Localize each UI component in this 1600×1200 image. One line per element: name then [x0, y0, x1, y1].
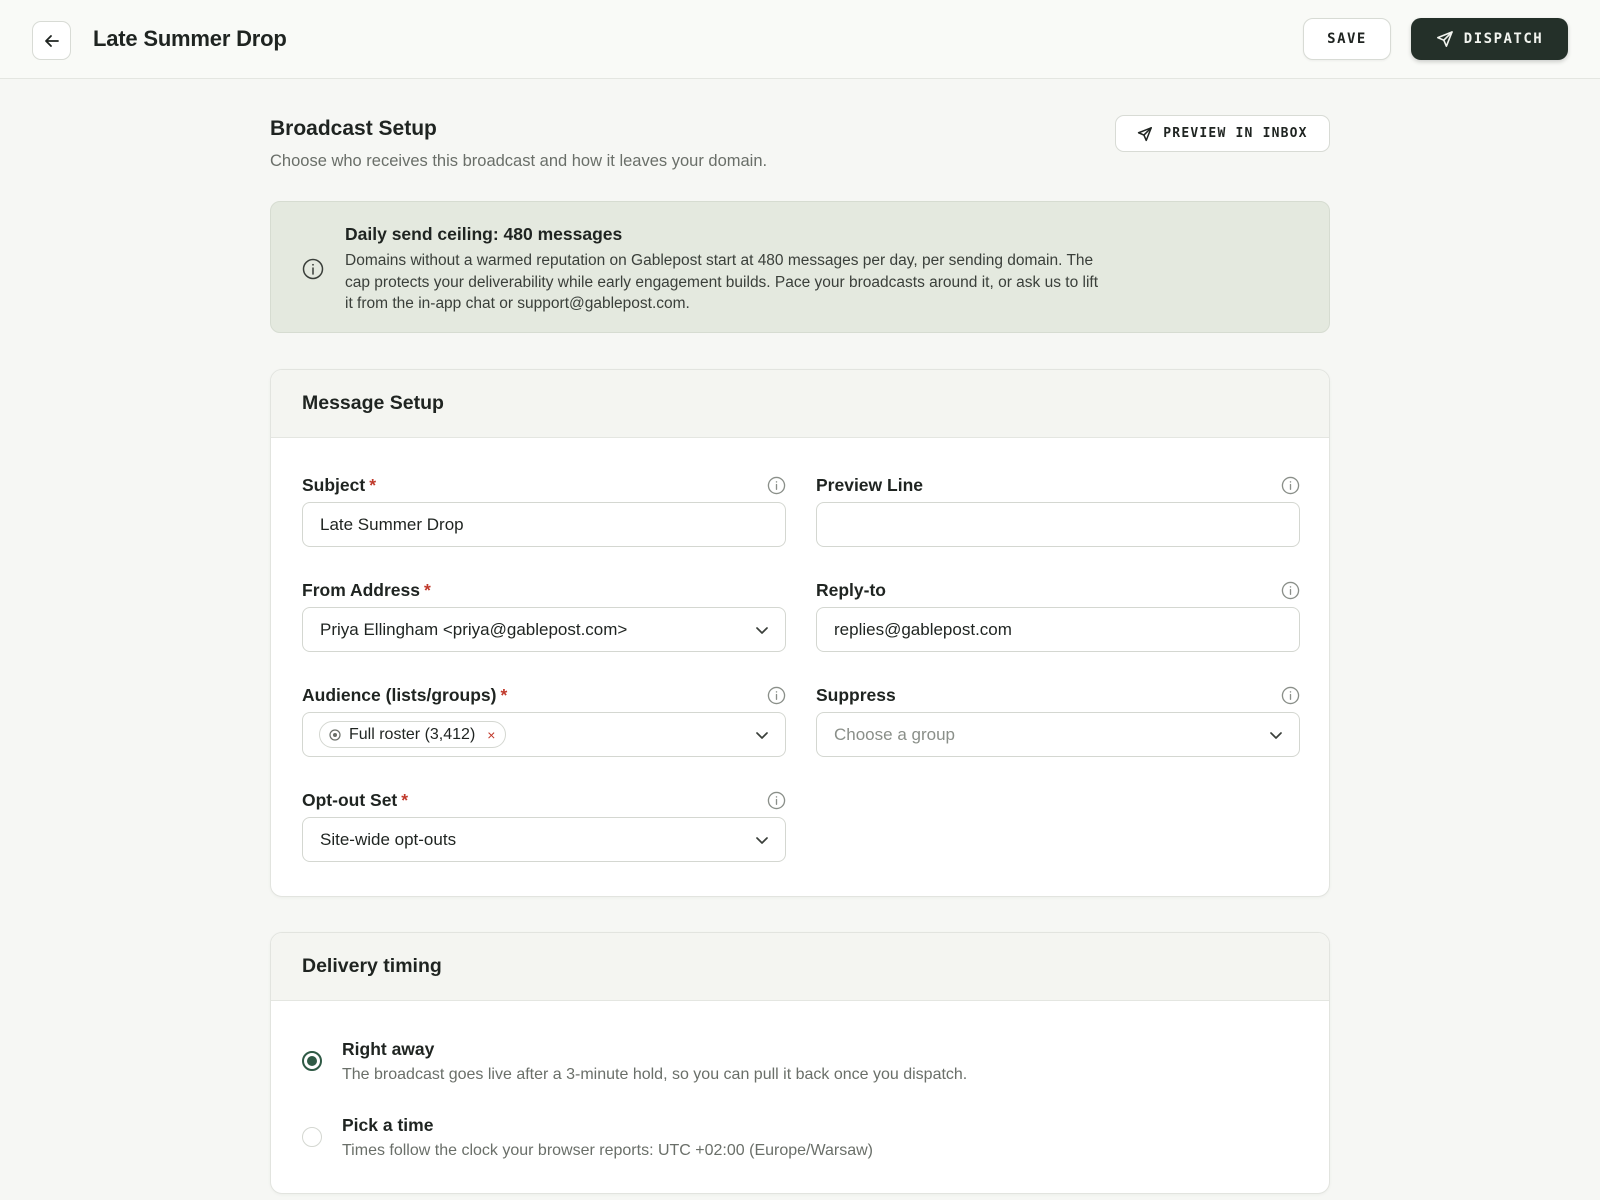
page-title: Late Summer Drop [93, 26, 287, 51]
preview-line-label: Preview Line [816, 475, 923, 495]
back-button[interactable] [32, 21, 71, 60]
message-setup-card: Message Setup Subject * Late Summer Drop … [270, 369, 1330, 897]
radio-pick-a-time[interactable] [302, 1127, 322, 1147]
required-mark: * [500, 685, 508, 705]
info-icon [302, 258, 324, 280]
broadcast-setup-subtitle: Choose who receives this broadcast and h… [270, 152, 768, 170]
info-icon[interactable] [767, 686, 786, 705]
preview-label: PREVIEW IN INBOX [1163, 126, 1308, 141]
chevron-down-icon [756, 732, 768, 739]
message-setup-title: Message Setup [271, 370, 1329, 438]
info-icon[interactable] [767, 476, 786, 495]
subject-input[interactable]: Late Summer Drop [302, 502, 786, 547]
from-address-select[interactable]: Priya Ellingham <priya@gablepost.com> [302, 607, 786, 652]
opt-out-set-value: Site-wide opt-outs [320, 829, 457, 849]
notice-body: Domains without a warmed reputation on G… [345, 252, 1098, 312]
chevron-down-icon [1270, 732, 1282, 739]
delivery-timing-card: Delivery timing Right away The broadcast… [270, 932, 1330, 1194]
arrow-left-icon [44, 34, 59, 47]
preview-in-inbox-button[interactable]: PREVIEW IN INBOX [1115, 115, 1330, 152]
top-bar: Late Summer Drop SAVE DISPATCH [0, 0, 1600, 79]
from-address-label: From Address [302, 580, 420, 600]
audience-label: Audience (lists/groups) [302, 685, 497, 705]
chevron-down-icon [756, 627, 768, 634]
option-title: Pick a time [342, 1115, 434, 1135]
send-icon [1138, 126, 1153, 141]
reply-to-label: Reply-to [816, 580, 886, 600]
audience-chip-label: Full roster (3,412) [349, 725, 476, 743]
suppress-select[interactable]: Choose a group [816, 712, 1300, 757]
opt-out-set-select[interactable]: Site-wide opt-outs [302, 817, 786, 862]
required-mark: * [424, 580, 431, 600]
send-icon [1436, 31, 1453, 47]
suppress-placeholder: Choose a group [834, 724, 955, 744]
preview-line-input[interactable] [816, 502, 1300, 547]
suppress-label: Suppress [816, 685, 896, 705]
info-icon[interactable] [1281, 581, 1300, 600]
chevron-down-icon [756, 837, 768, 844]
info-icon[interactable] [1281, 686, 1300, 705]
subject-label: Subject [302, 475, 366, 495]
info-icon[interactable] [767, 791, 786, 810]
option-description: The broadcast goes live after a 3-minute… [342, 1066, 968, 1083]
from-address-value: Priya Ellingham <priya@gablepost.com> [320, 619, 628, 639]
dispatch-label: DISPATCH [1463, 31, 1544, 47]
required-mark: * [401, 790, 409, 810]
broadcast-setup-title: Broadcast Setup [270, 117, 437, 140]
audience-select[interactable]: Full roster (3,412) × [302, 712, 786, 757]
remove-chip-icon[interactable]: × [487, 727, 495, 743]
required-mark: * [369, 475, 377, 495]
send-ceiling-notice: Daily send ceiling: 480 messages Domains… [270, 201, 1330, 333]
notice-title: Daily send ceiling: 480 messages [345, 224, 623, 244]
audience-chip: Full roster (3,412) × [319, 721, 507, 748]
option-description: Times follow the clock your browser repo… [342, 1142, 873, 1159]
target-icon [329, 728, 341, 741]
info-icon[interactable] [1281, 476, 1300, 495]
delivery-timing-title: Delivery timing [271, 933, 1329, 1001]
save-button[interactable]: SAVE [1303, 18, 1391, 60]
dispatch-button[interactable]: DISPATCH [1411, 18, 1568, 60]
option-title: Right away [342, 1039, 435, 1059]
opt-out-set-label: Opt-out Set [302, 790, 398, 810]
radio-right-away[interactable] [302, 1051, 322, 1071]
reply-to-input[interactable]: replies@gablepost.com [816, 607, 1300, 652]
